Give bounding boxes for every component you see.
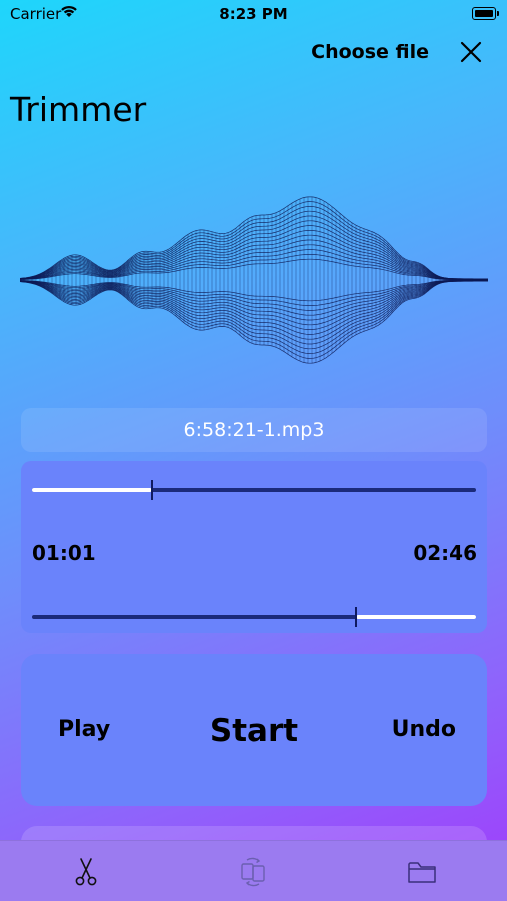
end-slider-handle[interactable] [355, 607, 358, 627]
scissors-icon[interactable] [71, 857, 101, 887]
waveform-line [20, 280, 488, 335]
end-slider-fill [356, 615, 476, 619]
undo-button[interactable]: Undo [392, 717, 456, 742]
file-name: 6:58:21-1.mp3 [183, 419, 325, 441]
choose-file-button[interactable]: Choose file [311, 41, 429, 63]
tab-bar [0, 840, 507, 901]
controls-card: Play Start Undo [21, 654, 487, 806]
end-trim-slider[interactable] [32, 606, 476, 628]
start-slider-fill [32, 488, 152, 492]
start-trim-slider[interactable] [32, 479, 476, 501]
folder-icon[interactable] [407, 857, 437, 887]
waveform-graphic [20, 196, 488, 364]
status-bar: Carrier 8:23 PM [0, 0, 507, 28]
battery-icon [472, 7, 499, 20]
waveform-line [20, 280, 488, 354]
clock: 8:23 PM [219, 5, 288, 23]
close-icon[interactable] [459, 40, 483, 64]
convert-files-icon[interactable] [238, 857, 268, 887]
page-title: Trimmer [10, 90, 147, 129]
waveform-line [20, 225, 488, 280]
start-time-label: 01:01 [32, 541, 96, 565]
trim-card: 01:01 02:46 [21, 461, 487, 633]
end-time-label: 02:46 [413, 541, 477, 565]
waveform-line [20, 206, 488, 280]
file-name-card: 6:58:21-1.mp3 [21, 408, 487, 452]
start-slider-handle[interactable] [150, 480, 153, 500]
